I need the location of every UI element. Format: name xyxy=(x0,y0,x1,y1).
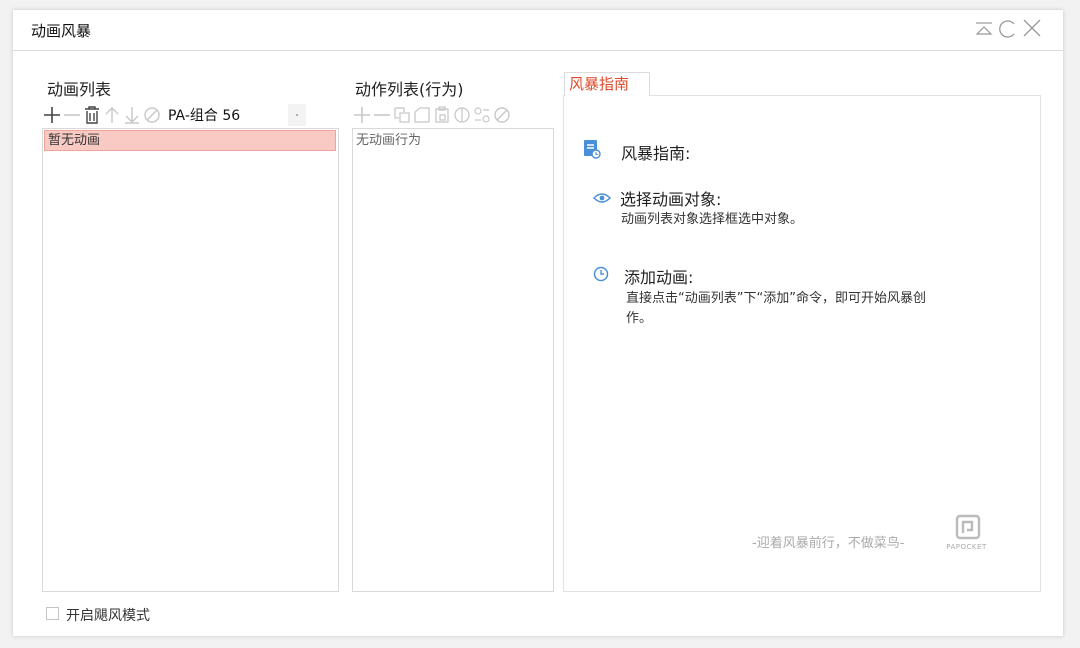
add-action-button[interactable] xyxy=(352,104,372,126)
papocket-logo: PAPOCKET xyxy=(939,514,994,558)
document-icon xyxy=(583,139,601,163)
storm-guide-panel: 风暴指南: 选择动画对象: 动画列表对象选择框选中对象。 添加动画: 直接点击“… xyxy=(563,95,1041,592)
title-bar: 动画风暴 xyxy=(13,10,1063,51)
swap-icon[interactable] xyxy=(472,104,492,126)
remove-action-button[interactable] xyxy=(372,104,392,126)
move-up-icon[interactable] xyxy=(102,104,122,126)
disable-icon[interactable] xyxy=(142,104,162,126)
action-listbox[interactable]: 无动画行为 xyxy=(352,128,554,592)
section-body-add-animation-line2: 作。 xyxy=(626,311,653,326)
clock-icon xyxy=(593,266,609,286)
section-title-add-animation: 添加动画: xyxy=(624,268,694,287)
window-title: 动画风暴 xyxy=(31,22,92,40)
action-list-title: 动作列表(行为) xyxy=(355,80,464,99)
hurricane-mode-label[interactable]: 开启飓风模式 xyxy=(66,605,150,625)
animation-list-title: 动画列表 xyxy=(47,80,112,99)
section-body-add-animation-line1: 直接点击“动画列表”下“添加”命令，即可开始风暴创 xyxy=(626,291,926,306)
animation-listbox[interactable]: 暂无动画 xyxy=(42,128,339,592)
list-item[interactable]: 暂无动画 xyxy=(44,130,336,151)
tab-storm-guide[interactable]: 风暴指南 xyxy=(564,72,650,96)
copy-icon[interactable] xyxy=(392,104,412,126)
move-down-icon[interactable] xyxy=(122,104,142,126)
animation-object-select[interactable]: PA-组合 56 xyxy=(164,104,306,126)
logo-text: PAPOCKET xyxy=(946,543,987,551)
section-body-select-object: 动画列表对象选择框选中对象。 xyxy=(621,212,804,227)
animation-object-value: PA-组合 56 xyxy=(168,108,241,124)
trash-icon[interactable] xyxy=(82,104,102,126)
animation-list-toolbar xyxy=(42,104,162,126)
action-list-toolbar xyxy=(352,104,512,126)
close-icon[interactable] xyxy=(1021,16,1043,40)
cut-icon[interactable] xyxy=(412,104,432,126)
empty-list-text: 无动画行为 xyxy=(356,133,422,148)
section-title-select-object: 选择动画对象: xyxy=(620,190,722,209)
chevron-down-icon[interactable] xyxy=(288,104,306,126)
paste-icon[interactable] xyxy=(432,104,452,126)
hurricane-mode-checkbox[interactable] xyxy=(46,607,59,620)
mirror-icon[interactable] xyxy=(452,104,472,126)
refresh-icon[interactable] xyxy=(997,16,1019,40)
slogan: -迎着风暴前行，不做菜鸟- xyxy=(752,536,905,551)
animation-storm-window: 动画风暴 动画列表 PA-组合 56 暂无动画 动作列表(行为) 无动画行为 风… xyxy=(13,10,1063,636)
guide-header: 风暴指南: xyxy=(621,144,691,163)
add-animation-button[interactable] xyxy=(42,104,62,126)
collapse-icon[interactable] xyxy=(973,16,995,40)
eye-icon xyxy=(593,190,611,209)
disable-action-icon[interactable] xyxy=(492,104,512,126)
remove-animation-button[interactable] xyxy=(62,104,82,126)
